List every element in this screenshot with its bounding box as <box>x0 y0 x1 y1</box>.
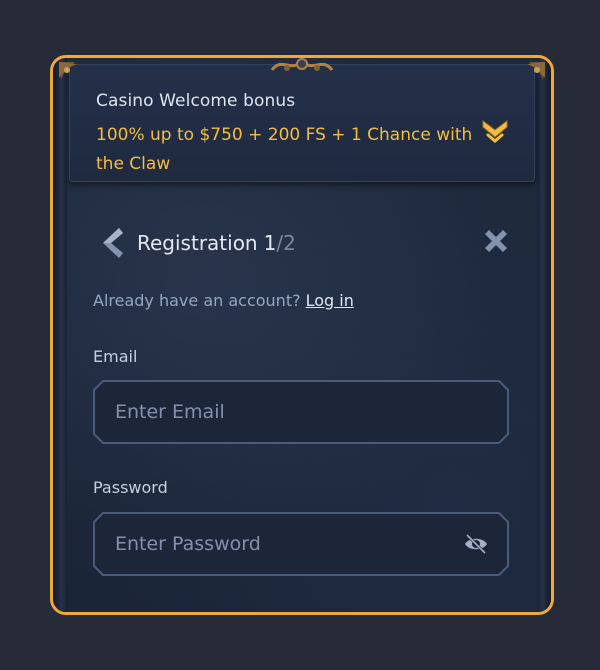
registration-title: Registration <box>137 231 258 255</box>
registration-step-total: 2 <box>283 231 296 255</box>
chevron-down-icon[interactable] <box>480 115 510 145</box>
back-chevron-icon[interactable] <box>97 226 127 260</box>
bonus-title: Casino Welcome bonus <box>96 91 296 111</box>
panel-rail-left <box>53 58 67 612</box>
registration-header: Registration 1/2 <box>97 223 296 263</box>
password-field[interactable] <box>115 512 445 576</box>
password-field-box <box>93 512 509 576</box>
ornament-top-icon <box>270 58 334 72</box>
bonus-offer: 100% up to $750 + 200 FS + 1 Chance with… <box>96 125 473 174</box>
login-prompt-text: Already have an account? <box>93 291 301 310</box>
login-prompt: Already have an account? Log in <box>93 291 354 310</box>
email-field-box <box>93 380 509 444</box>
corner-ornament-icon <box>527 62 545 80</box>
registration-panel: Casino Welcome bonus 100% up to $750 + 2… <box>50 55 554 615</box>
close-icon[interactable] <box>481 226 511 256</box>
eye-off-icon[interactable] <box>463 532 489 556</box>
login-link[interactable]: Log in <box>306 291 354 310</box>
registration-step-separator: / <box>276 231 284 255</box>
registration-step: 1 <box>263 231 277 255</box>
corner-ornament-icon <box>59 62 77 80</box>
password-label: Password <box>93 478 168 497</box>
panel-rail-right <box>537 58 551 612</box>
email-field[interactable] <box>115 380 445 444</box>
email-label: Email <box>93 347 138 366</box>
